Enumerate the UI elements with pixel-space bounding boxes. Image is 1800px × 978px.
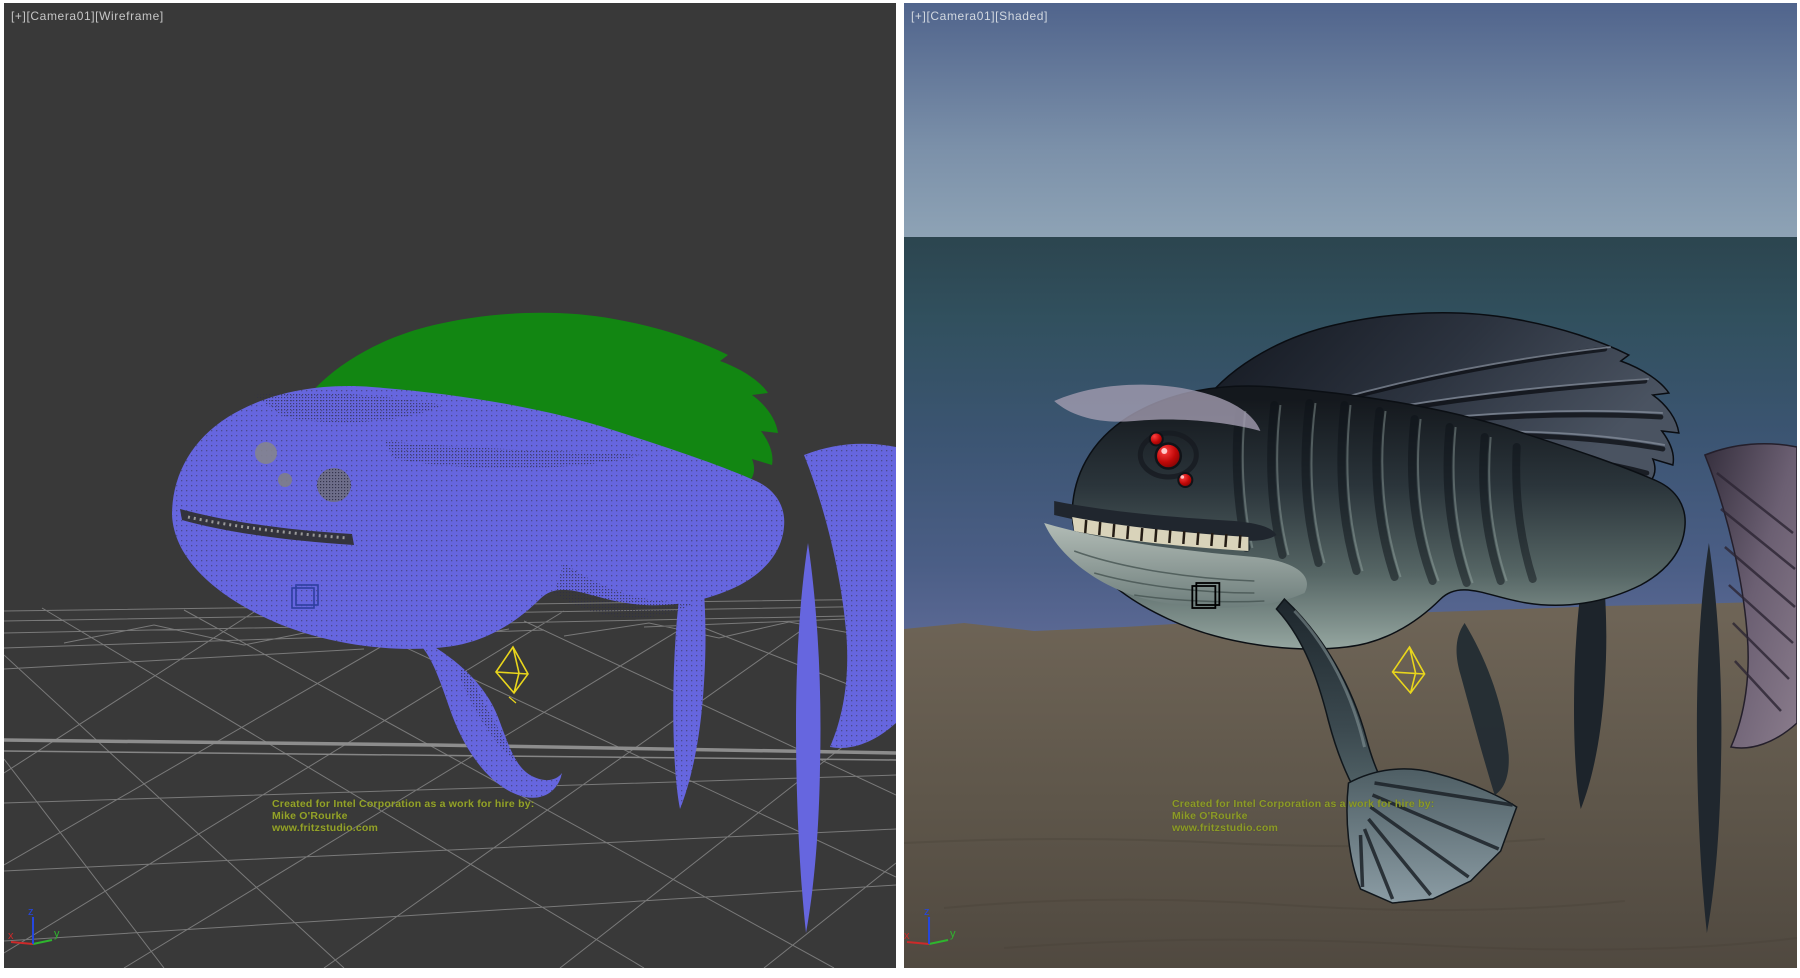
eye-sphere-texture [317, 468, 351, 502]
axis-z-label: z [28, 906, 34, 918]
viewport-shaded-label[interactable]: [+][Camera01][Shaded] [911, 9, 1048, 23]
axis-x-label: x [8, 930, 14, 942]
attribution-line-3: www.fritzstudio.com [272, 822, 534, 834]
attribution-line-3: www.fritzstudio.com [1172, 822, 1434, 834]
axis-z-label: z [924, 906, 930, 918]
attribution-line-1: Created for Intel Corporation as a work … [272, 798, 534, 810]
viewport-wireframe-label[interactable]: [+][Camera01][Wireframe] [11, 9, 164, 23]
red-eye-large [1156, 444, 1181, 469]
axis-y-label: y [950, 928, 956, 940]
eye-dot-small [278, 473, 292, 487]
sky [904, 3, 1797, 243]
attribution-line-1: Created for Intel Corporation as a work … [1172, 798, 1434, 810]
eye-highlight-2 [1181, 475, 1185, 479]
eye-dot-large [255, 442, 277, 464]
eye-highlight [1161, 448, 1167, 454]
dual-viewport-stage: [+][Camera01][Wireframe] [0, 0, 1800, 978]
attribution-line-2: Mike O'Rourke [1172, 810, 1434, 822]
scene-attribution-text[interactable]: Created for Intel Corporation as a work … [1172, 798, 1434, 834]
red-eye-small-lower [1178, 473, 1192, 487]
viewport-wireframe[interactable]: [+][Camera01][Wireframe] [4, 3, 896, 968]
axis-x-label: x [904, 930, 910, 942]
viewport-shaded[interactable]: [+][Camera01][Shaded] [904, 3, 1797, 968]
axis-y-label: y [54, 928, 60, 940]
attribution-line-2: Mike O'Rourke [272, 810, 534, 822]
scene-attribution-text[interactable]: Created for Intel Corporation as a work … [272, 798, 534, 834]
red-eye-small-upper [1150, 433, 1163, 446]
